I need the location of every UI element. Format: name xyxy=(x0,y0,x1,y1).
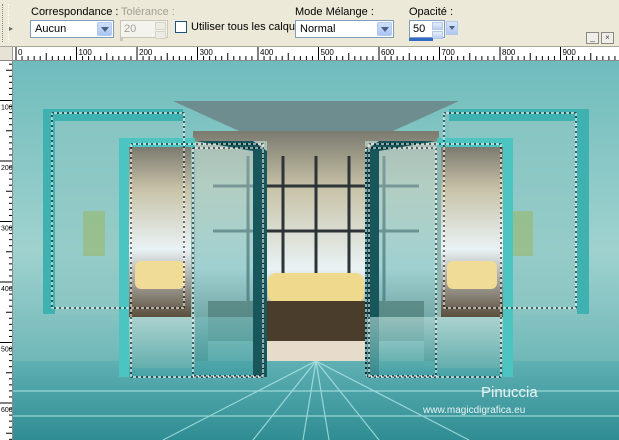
horizontal-ruler-ticks: 0 100 200 300 400 500 600 700 800 900 xyxy=(15,47,616,60)
match-mode-value: Aucun xyxy=(35,23,67,35)
ruler-label: 500 xyxy=(1,347,12,354)
opacity-value: 50 xyxy=(413,23,426,35)
tolerance-slider[interactable] xyxy=(120,38,123,41)
spin-down-icon[interactable] xyxy=(155,31,166,39)
spin-down-icon[interactable] xyxy=(432,31,443,39)
ruler-label: 400 xyxy=(260,48,274,57)
ruler-label: 100 xyxy=(1,105,12,112)
tool-options-bar: ▸ Correspondance : Aucun Tolérance : 20 … xyxy=(0,0,619,47)
ruler-label: 600 xyxy=(1,407,12,414)
ruler-label: 100 xyxy=(79,48,93,57)
tolerance-label: Tolérance : xyxy=(121,6,175,18)
blend-mode-value: Normal xyxy=(300,23,336,35)
opacity-slider[interactable] xyxy=(409,38,433,41)
watermark-title: Pinuccia xyxy=(481,384,538,401)
blend-mode-select[interactable]: Normal xyxy=(295,20,394,38)
toolbar-grip[interactable] xyxy=(2,4,9,42)
dropdown-arrow-icon[interactable] xyxy=(446,21,458,35)
horizontal-ruler: 0 100 200 300 400 500 600 700 800 900 xyxy=(0,47,619,61)
opacity-label: Opacité : xyxy=(409,6,454,18)
opacity-spinner[interactable]: 50 xyxy=(409,20,445,39)
ruler-label: 700 xyxy=(442,48,456,57)
vertical-ruler: 100 200 300 400 500 600 xyxy=(0,61,13,440)
toolbar-menu-icon[interactable]: ▸ xyxy=(9,24,13,33)
ruler-label: 0 xyxy=(18,48,23,57)
spin-up-icon[interactable] xyxy=(432,22,443,30)
ruler-label: 400 xyxy=(1,286,12,293)
ruler-label: 200 xyxy=(139,48,153,57)
canvas-image[interactable]: Pinuccia www.magicdigrafica.eu xyxy=(13,61,619,440)
spin-up-icon[interactable] xyxy=(155,22,166,30)
ruler-label: 300 xyxy=(1,226,12,233)
ruler-label: 900 xyxy=(563,48,577,57)
dropdown-arrow-icon[interactable] xyxy=(377,22,392,36)
close-icon[interactable]: × xyxy=(601,32,614,44)
minimize-icon[interactable]: _ xyxy=(586,32,599,44)
use-all-layers-checkbox[interactable] xyxy=(175,21,187,33)
blend-mode-label: Mode Mélange : xyxy=(295,6,374,18)
tolerance-spinner[interactable]: 20 xyxy=(120,20,168,39)
match-mode-label: Correspondance : xyxy=(31,6,119,18)
ruler-corner xyxy=(0,47,13,60)
image-canvas[interactable]: Pinuccia www.magicdigrafica.eu xyxy=(13,61,619,440)
tolerance-value: 20 xyxy=(124,23,137,35)
vertical-ruler-ticks: 100 200 300 400 500 600 xyxy=(0,63,12,440)
ruler-label: 200 xyxy=(1,165,12,172)
dropdown-arrow-icon[interactable] xyxy=(97,22,112,36)
ruler-label: 600 xyxy=(381,48,395,57)
watermark-url: www.magicdigrafica.eu xyxy=(422,405,525,416)
ruler-label: 800 xyxy=(502,48,516,57)
match-mode-select[interactable]: Aucun xyxy=(30,20,114,38)
ruler-label: 500 xyxy=(321,48,335,57)
use-all-layers-label[interactable]: Utiliser tous les calques xyxy=(191,21,307,33)
ruler-label: 300 xyxy=(200,48,214,57)
